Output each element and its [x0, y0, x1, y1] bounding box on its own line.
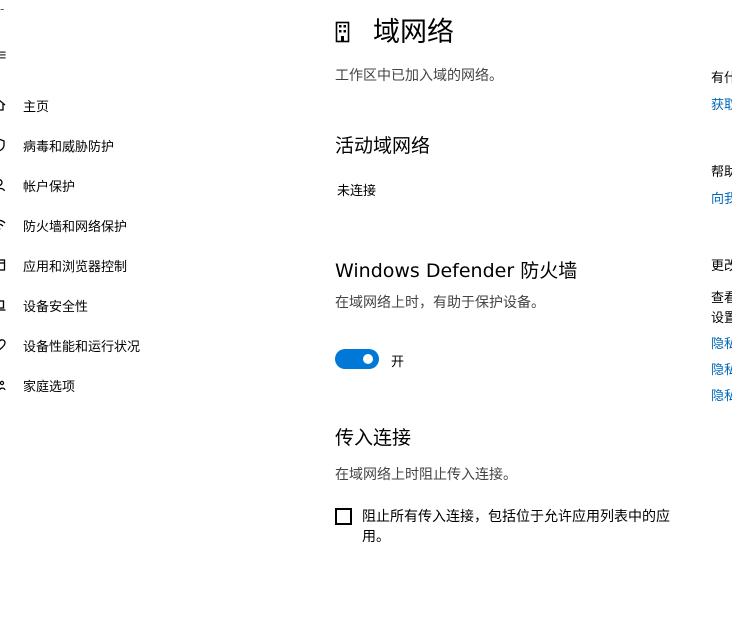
family-icon: [0, 380, 6, 391]
privacy-link[interactable]: 隐私: [711, 385, 732, 404]
sidebar-item-label: 设备性能和运行状况: [23, 339, 141, 355]
get-help-link[interactable]: 获取: [711, 94, 732, 113]
active-network-heading: 活动域网络: [335, 135, 431, 157]
sidebar-item-label: 病毒和威胁防护: [23, 139, 115, 155]
privacy-link[interactable]: 隐私: [711, 359, 732, 378]
page-title: 域网络: [373, 17, 454, 48]
sidebar-item-label: 帐户保护: [23, 179, 76, 195]
sidebar-item-device-health[interactable]: 设备性能和运行状况: [0, 330, 300, 360]
toggle-knob: [363, 354, 373, 364]
shield-icon: [0, 138, 5, 152]
home-icon: [0, 99, 6, 111]
laptop-icon: [0, 300, 6, 311]
sidebar-item-label: 主页: [23, 99, 50, 115]
firewall-toggle-label: 开: [391, 355, 405, 370]
change-title: 更改: [711, 259, 732, 274]
sidebar-item-label: 设备安全性: [23, 299, 89, 315]
wifi-icon: [0, 219, 6, 230]
menu-icon[interactable]: ≡: [0, 45, 7, 64]
privacy-link[interactable]: 隐私: [711, 333, 732, 352]
sidebar-item-family-options[interactable]: 家庭选项: [0, 370, 300, 400]
incoming-heading: 传入连接: [335, 427, 412, 449]
question-title: 有什: [711, 71, 732, 86]
sidebar-item-label: 防火墙和网络保护: [23, 219, 128, 235]
sidebar-item-firewall[interactable]: 防火墙和网络保护: [0, 210, 300, 240]
firewall-heading: Windows Defender 防火墙: [335, 260, 578, 282]
active-network-value: 未连接: [337, 184, 377, 199]
building-icon: [335, 21, 350, 43]
block-incoming-label[interactable]: 阻止所有传入连接，包括位于允许应用列表中的应用。: [362, 507, 672, 547]
sidebar-item-virus-protection[interactable]: 病毒和威胁防护: [0, 130, 300, 160]
sidebar-item-label: 家庭选项: [23, 379, 76, 395]
sidebar-item-device-security[interactable]: 设备安全性: [0, 290, 300, 320]
back-fragment[interactable]: -: [0, 2, 4, 16]
page-description: 工作区中已加入域的网络。: [335, 68, 503, 84]
sidebar-item-home[interactable]: 主页: [0, 90, 300, 120]
heart-icon: [0, 339, 6, 351]
change-text-line1: 查看: [711, 291, 732, 306]
sidebar-item-app-browser-control[interactable]: 应用和浏览器控制: [0, 250, 300, 280]
person-icon: [0, 178, 6, 192]
block-incoming-checkbox[interactable]: [335, 508, 352, 525]
incoming-description: 在域网络上时阻止传入连接。: [335, 467, 517, 483]
firewall-description: 在域网络上时，有助于保护设备。: [335, 295, 545, 311]
firewall-toggle[interactable]: [335, 349, 379, 369]
sidebar-item-label: 应用和浏览器控制: [23, 259, 128, 275]
app-window-icon: [0, 259, 6, 271]
change-text-line2: 设置: [711, 311, 732, 326]
feedback-link[interactable]: 向我: [711, 188, 732, 207]
sidebar-item-account-protection[interactable]: 帐户保护: [0, 170, 300, 200]
help-title: 帮助: [711, 165, 732, 180]
